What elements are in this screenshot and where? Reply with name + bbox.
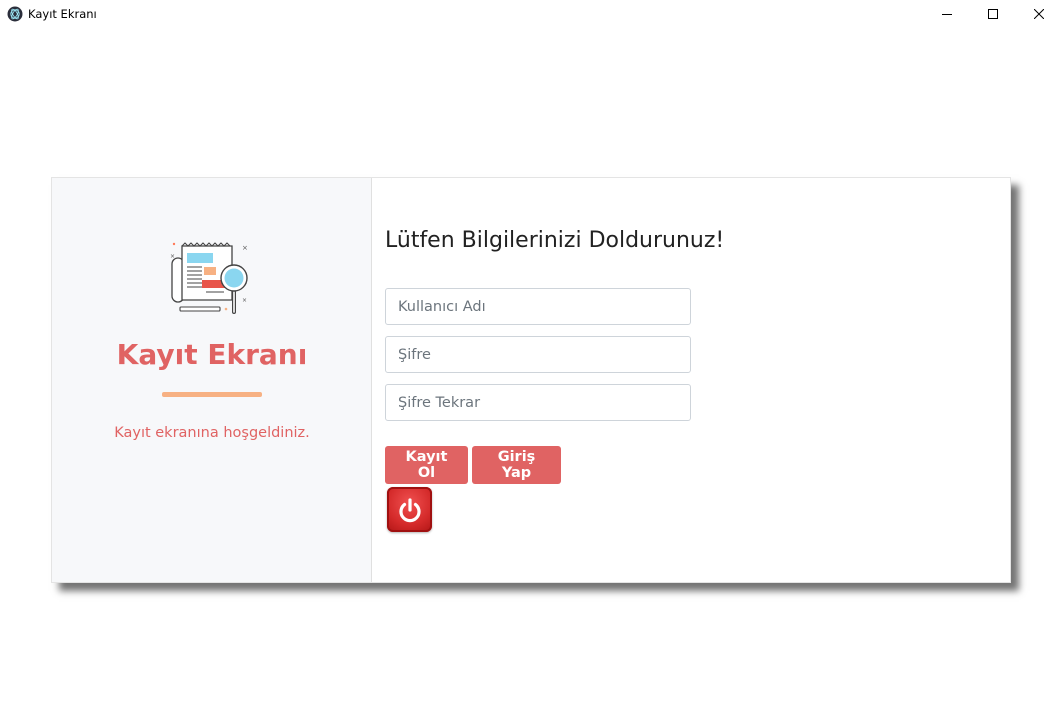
password-input[interactable] [385, 336, 691, 373]
close-button[interactable] [1016, 0, 1062, 28]
svg-text:×: × [242, 297, 247, 304]
power-icon [398, 497, 421, 522]
power-button[interactable] [387, 487, 432, 532]
window-titlebar: Kayıt Ekranı [0, 0, 1064, 28]
page-title: Kayıt Ekranı [116, 338, 308, 371]
maximize-button[interactable] [970, 0, 1016, 28]
newspaper-magnifier-icon: × × × [170, 242, 248, 314]
register-card: × × × Kayıt Ekranı Kayıt ekranına hoşgel… [51, 177, 1011, 583]
password-repeat-input[interactable] [385, 384, 691, 421]
minimize-icon [942, 14, 952, 15]
login-button[interactable]: Giriş Yap [472, 446, 561, 484]
username-input[interactable] [385, 288, 691, 325]
svg-text:×: × [242, 244, 248, 252]
window-title: Kayıt Ekranı [28, 7, 97, 21]
app-icon [7, 6, 23, 22]
register-button[interactable]: Kayıt Ol [385, 446, 468, 484]
title-divider [162, 392, 262, 397]
welcome-panel: × × × Kayıt Ekranı Kayıt ekranına hoşgel… [52, 178, 372, 582]
maximize-icon [988, 9, 998, 19]
welcome-text: Kayıt ekranına hoşgeldiniz. [114, 425, 310, 441]
minimize-button[interactable] [924, 0, 970, 28]
close-icon [1034, 9, 1044, 19]
form-panel: Lütfen Bilgilerinizi Doldurunuz! Kayıt O… [372, 178, 1010, 582]
form-heading: Lütfen Bilgilerinizi Doldurunuz! [385, 228, 725, 253]
